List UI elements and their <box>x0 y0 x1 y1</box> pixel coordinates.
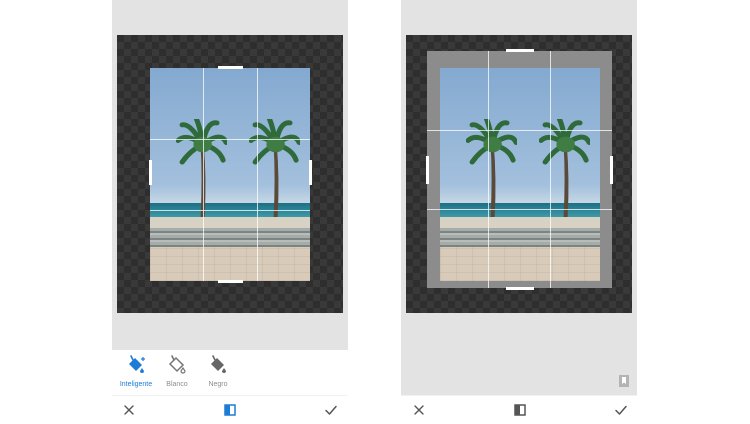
paint-bucket-white-icon <box>166 354 188 376</box>
crop-handle-top[interactable] <box>506 49 534 52</box>
grid-line-vertical-1 <box>488 51 489 288</box>
grid-line-horizontal-1 <box>427 130 612 131</box>
palm-tree-left <box>465 119 517 218</box>
fill-option-black[interactable]: Negro <box>193 354 243 394</box>
bottom-toolbar <box>112 395 348 424</box>
shore <box>150 217 310 228</box>
promenade-wall <box>150 227 310 247</box>
promenade-floor <box>440 246 600 281</box>
crop-handle-right[interactable] <box>610 156 613 184</box>
crop-handle-right[interactable] <box>309 160 312 185</box>
editor-canvas <box>401 0 637 395</box>
editor-canvas <box>112 0 348 350</box>
checkmark-icon[interactable] <box>613 402 629 418</box>
checkmark-icon[interactable] <box>323 402 339 418</box>
paint-bucket-black-icon <box>207 354 229 376</box>
bottom-toolbar <box>401 395 637 424</box>
grid-line-horizontal-2 <box>150 210 310 211</box>
bookmark-icon[interactable] <box>619 375 629 387</box>
crop-handle-bottom[interactable] <box>506 287 534 290</box>
phone-screen-right <box>401 0 637 424</box>
phone-screen-left: Inteligente Blanco Negro <box>112 0 348 424</box>
paint-bucket-smart-icon <box>125 354 147 376</box>
grid-line-vertical-2 <box>257 68 258 281</box>
palm-tree-right <box>539 119 591 218</box>
fill-option-label: Negro <box>208 381 228 388</box>
grid-line-vertical-1 <box>203 68 204 281</box>
promenade-floor <box>150 246 310 281</box>
close-icon[interactable] <box>121 402 137 418</box>
expand-mode-icon[interactable] <box>222 402 238 418</box>
crop-handle-bottom[interactable] <box>218 280 243 283</box>
grid-line-vertical-2 <box>550 51 551 288</box>
crop-handle-top[interactable] <box>218 66 243 69</box>
grid-line-horizontal-1 <box>150 139 310 140</box>
expand-mode-icon[interactable] <box>512 402 528 418</box>
beach-photo <box>440 68 600 281</box>
grid-line-horizontal-2 <box>427 209 612 210</box>
crop-handle-left[interactable] <box>149 160 152 185</box>
close-icon[interactable] <box>411 402 427 418</box>
shore <box>440 217 600 228</box>
promenade-wall <box>440 227 600 247</box>
crop-handle-left[interactable] <box>426 156 429 184</box>
palm-tree-left <box>175 119 227 218</box>
beach-photo <box>150 68 310 281</box>
